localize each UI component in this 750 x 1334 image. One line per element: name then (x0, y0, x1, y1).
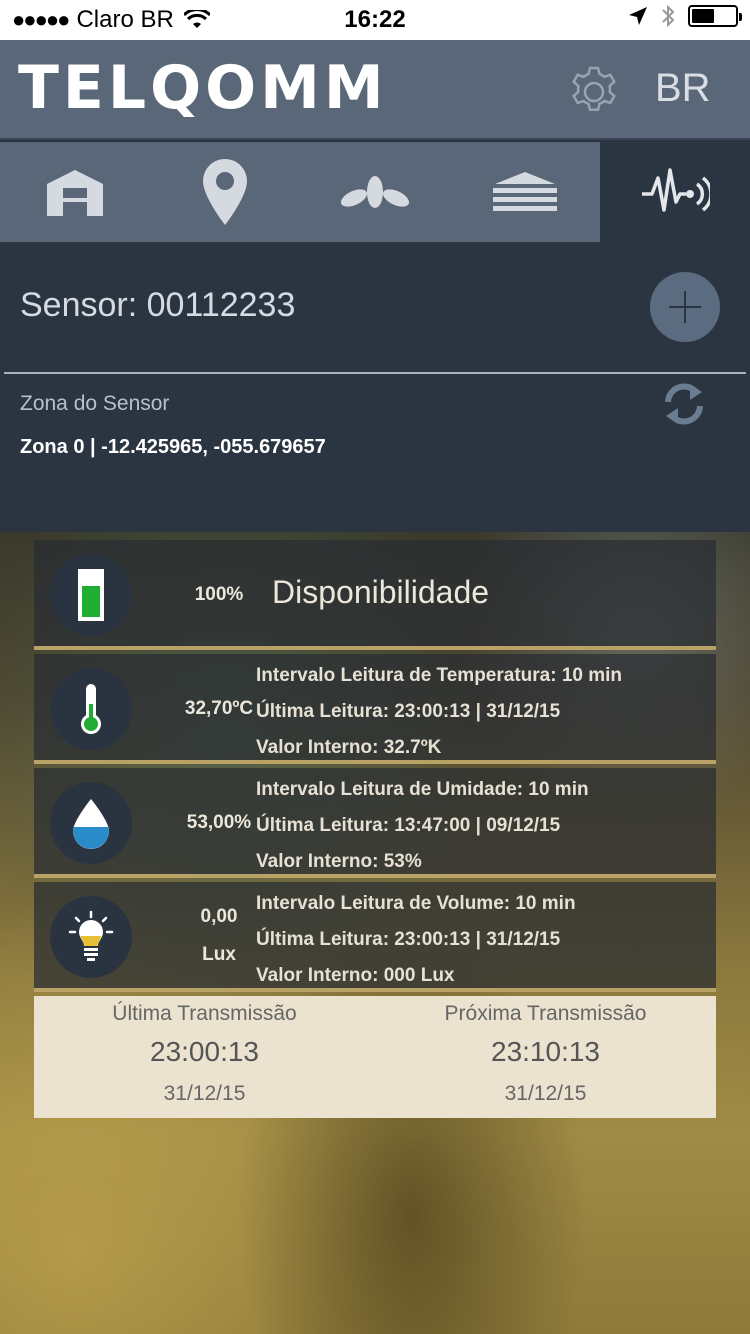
transmission-panel: Última Transmissão 23:00:13 31/12/15 Pró… (34, 996, 716, 1118)
add-sensor-button[interactable] (650, 272, 720, 342)
temperature-details: Intervalo Leitura de Temperatura: 10 min… (256, 658, 622, 766)
leaves-icon (340, 176, 410, 208)
status-bar-right (628, 4, 742, 28)
sensor-title: Sensor: 00112233 (20, 286, 296, 324)
humidity-last-reading: Última Leitura: 13:47:00 | 09/12/15 (256, 815, 561, 836)
light-bulb-icon (68, 910, 114, 961)
location-arrow-icon (629, 7, 647, 25)
availability-title: Disponibilidade (272, 574, 490, 610)
status-bar: ●●●●● Claro BR 16:22 (0, 0, 750, 40)
availability-icon-circle (50, 554, 132, 636)
humidity-interval: Intervalo Leitura de Umidade: 10 min (256, 779, 589, 800)
light-last-reading: Última Leitura: 23:00:13 | 31/12/15 (256, 929, 561, 950)
availability-row: 100% Disponibilidade (34, 540, 716, 650)
next-transmission-time: 23:10:13 (491, 1036, 600, 1067)
temperature-icon-circle (50, 668, 132, 750)
light-icon-circle (50, 896, 132, 978)
bluetooth-icon (662, 4, 675, 28)
light-interval: Intervalo Leitura de Volume: 10 min (256, 893, 576, 914)
barn-icon (47, 170, 103, 216)
map-pin-icon (203, 159, 247, 225)
refresh-icon[interactable] (660, 380, 708, 428)
light-internal: Valor Interno: 000 Lux (256, 965, 455, 986)
zone-value: Zona 0 | -12.425965, -055.679657 (20, 436, 326, 458)
last-transmission: Última Transmissão 23:00:13 31/12/15 (34, 996, 375, 1106)
tab-bar (0, 142, 750, 242)
next-transmission-label: Próxima Transmissão (444, 1002, 647, 1025)
last-transmission-date: 31/12/15 (163, 1082, 246, 1105)
temperature-internal: Valor Interno: 32.7ºK (256, 737, 442, 758)
tab-farm[interactable] (0, 142, 150, 242)
layers-icon (493, 172, 557, 211)
tab-sensor[interactable] (600, 142, 750, 242)
humidity-row: 53,00% Intervalo Leitura de Umidade: 10 … (34, 768, 716, 878)
gear-icon[interactable] (566, 64, 622, 120)
humidity-details: Intervalo Leitura de Umidade: 10 min Últ… (256, 772, 589, 880)
last-transmission-time: 23:00:13 (150, 1036, 259, 1067)
app-header: TELQOMM BR (0, 40, 750, 140)
tab-crops[interactable] (300, 142, 450, 242)
temperature-last-reading: Última Leitura: 23:00:13 | 31/12/15 (256, 701, 561, 722)
zone-label: Zona do Sensor (20, 392, 170, 415)
tab-location[interactable] (150, 142, 300, 242)
sensor-signal-icon (642, 168, 710, 212)
sensor-panel: Sensor: 00112233 Zona do Sensor Zona 0 |… (0, 242, 750, 532)
light-row: 0,00 Lux Intervalo Leitura de Volume: 10… (34, 882, 716, 992)
plus-icon (669, 291, 701, 323)
next-transmission-date: 31/12/15 (504, 1082, 587, 1105)
app-logo: TELQOMM (18, 53, 388, 123)
humidity-icon-circle (50, 782, 132, 864)
battery-level-icon (78, 569, 104, 621)
next-transmission: Próxima Transmissão 23:10:13 31/12/15 (375, 996, 716, 1106)
light-details: Intervalo Leitura de Volume: 10 min Últi… (256, 886, 576, 994)
divider (4, 372, 746, 374)
availability-value: 100% (194, 584, 244, 605)
humidity-internal: Valor Interno: 53% (256, 851, 422, 872)
thermometer-icon (81, 684, 101, 734)
battery-icon (688, 5, 742, 27)
temperature-interval: Intervalo Leitura de Temperatura: 10 min (256, 665, 623, 686)
language-selector[interactable]: BR (655, 66, 711, 111)
water-drop-icon (73, 799, 109, 849)
last-transmission-label: Última Transmissão (112, 1002, 297, 1025)
temperature-row: 32,70ºC Intervalo Leitura de Temperatura… (34, 654, 716, 764)
tab-silo[interactable] (450, 142, 600, 242)
